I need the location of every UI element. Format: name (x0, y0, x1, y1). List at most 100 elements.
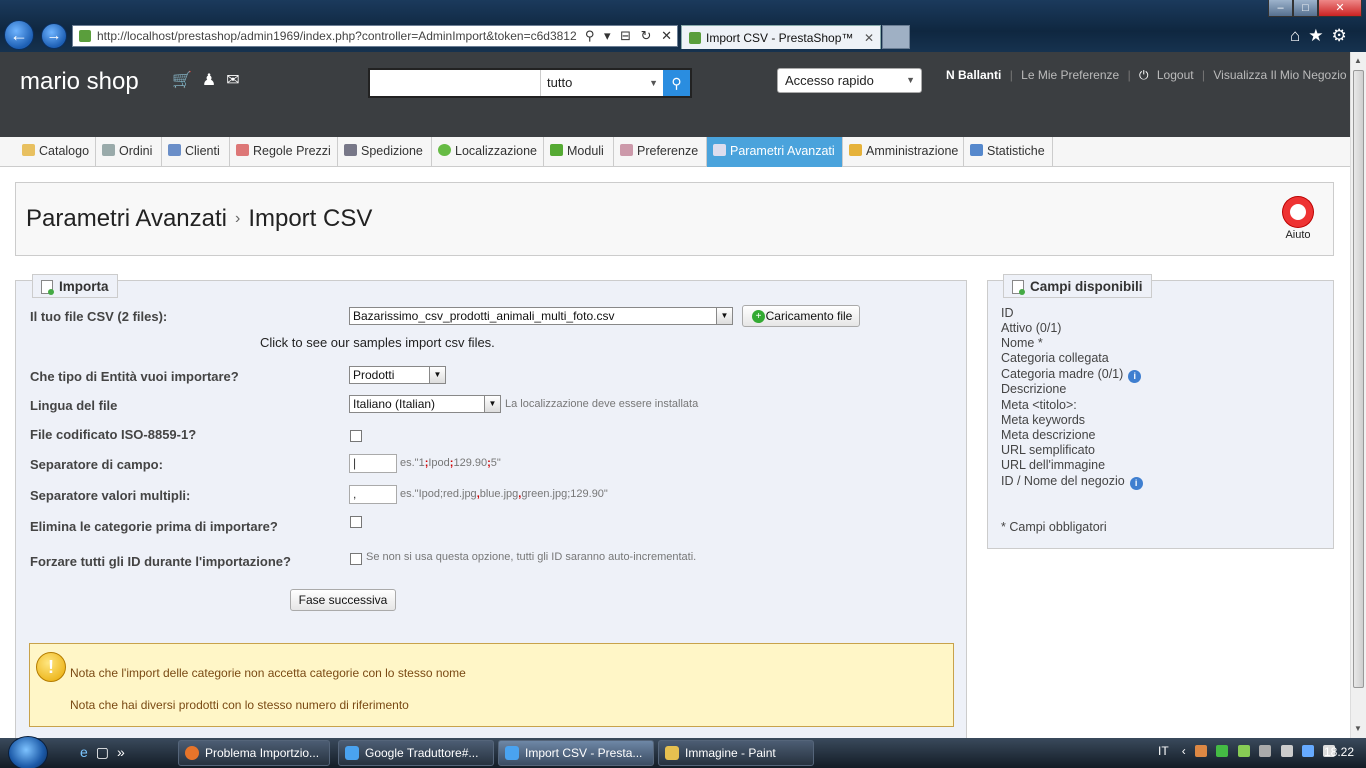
chevron-left-icon[interactable]: ‹ (1182, 744, 1186, 758)
menu-item-spedizione[interactable]: Spedizione (338, 137, 432, 167)
address-tools[interactable]: ⚲ ▾ ⊟ ↻ ✕ (580, 26, 675, 46)
menu-item-regole-prezzi[interactable]: Regole Prezzi (230, 137, 338, 167)
search-scope-value: tutto (547, 75, 573, 90)
folder-icon (22, 144, 35, 156)
warning-icon: ! (36, 652, 66, 682)
csv-file-label: Il tuo file CSV (2 files): (30, 309, 168, 324)
desktop-icon[interactable]: ▢ (96, 744, 117, 760)
lifebuoy-icon (1283, 197, 1313, 227)
menu-item-label: Moduli (567, 144, 604, 158)
menu-item-ordini[interactable]: Ordini (96, 137, 162, 167)
scroll-up-icon[interactable]: ▲ (1354, 56, 1362, 65)
cart-icon[interactable]: 🛒 (172, 72, 202, 89)
menu-item-preferenze[interactable]: Preferenze (614, 137, 707, 167)
tray-icon[interactable] (1195, 745, 1208, 757)
shop-name[interactable]: mario shop (20, 68, 139, 96)
firefox-icon (185, 746, 199, 760)
import-legend: Importa (32, 274, 118, 298)
field-separator-input[interactable]: | (349, 454, 397, 473)
field-item: Categoria madre (0/1) i (1001, 367, 1142, 383)
language-select[interactable]: Italiano (Italian) ▼ (349, 395, 501, 413)
user-name[interactable]: N Ballanti (946, 68, 1001, 82)
tray-icon[interactable] (1280, 745, 1293, 757)
field-item: URL semplificato (1001, 443, 1096, 457)
search-scope-select[interactable]: tutto ▼ (540, 70, 664, 96)
iso-checkbox[interactable] (350, 430, 362, 442)
force-ids-checkbox[interactable] (350, 553, 362, 565)
available-fields-fieldset: Campi disponibili ID Attivo (0/1) Nome *… (987, 274, 1334, 549)
new-tab-button[interactable] (882, 25, 910, 49)
chevron-down-icon: ▼ (906, 75, 915, 85)
overflow-icon[interactable]: » (117, 744, 133, 760)
start-button[interactable] (8, 736, 48, 768)
breadcrumb-parent[interactable]: Parametri Avanzati (26, 205, 227, 232)
gear-icon[interactable]: ⚙ (1332, 26, 1355, 45)
close-tab-icon[interactable]: ✕ (864, 26, 874, 50)
info-icon[interactable]: i (1129, 477, 1143, 490)
vertical-scrollbar[interactable]: ▲ ▼ (1350, 52, 1366, 738)
clock[interactable]: 18.22 (1324, 745, 1354, 759)
logout-link[interactable]: Logout (1157, 68, 1194, 82)
quick-access-select[interactable]: Accesso rapido ▼ (777, 68, 922, 93)
tab-title: Import CSV - PrestaShop™ (706, 31, 854, 45)
info-icon[interactable]: i (1128, 370, 1142, 383)
entity-value: Prodotti (353, 368, 395, 382)
divider: | (1201, 68, 1206, 82)
next-step-button[interactable]: Fase successiva (290, 589, 396, 611)
warning-message: Nota che l'import delle categorie non ac… (70, 666, 466, 680)
help-button[interactable]: Aiuto (1280, 197, 1316, 241)
taskbar-item[interactable]: Immagine - Paint (658, 740, 814, 766)
menu-item-amministrazione[interactable]: Amministrazione (843, 137, 964, 167)
menu-item-localizzazione[interactable]: Localizzazione (432, 137, 544, 167)
volume-icon[interactable] (1259, 745, 1272, 757)
csv-file-select[interactable]: Bazarissimo_csv_prodotti_animali_multi_f… (349, 307, 733, 325)
favorites-icon[interactable]: ★ (1308, 26, 1331, 45)
language-value: Italiano (Italian) (353, 397, 436, 411)
browser-tab-active[interactable]: Import CSV - PrestaShop™ ✕ (681, 25, 881, 49)
delete-categories-checkbox[interactable] (350, 516, 362, 528)
upload-file-button[interactable]: + Caricamento file (742, 305, 860, 327)
browser-toolbar-icons: ⌂★⚙ (1290, 26, 1355, 46)
samples-link[interactable]: Click to see our samples import csv file… (260, 335, 495, 350)
scroll-down-icon[interactable]: ▼ (1354, 724, 1362, 733)
address-bar[interactable]: http://localhost/prestashop/admin1969/in… (72, 25, 678, 47)
favicon-icon (689, 32, 701, 44)
scrollbar-thumb[interactable] (1353, 70, 1364, 688)
messages-icon[interactable]: ✉ (226, 72, 249, 89)
menu-item-label: Ordini (119, 144, 153, 158)
entity-select[interactable]: Prodotti ▼ (349, 366, 446, 384)
home-icon[interactable]: ⌂ (1290, 26, 1308, 45)
iso-label: File codificato ISO-8859-1? (30, 427, 197, 442)
ie-icon[interactable]: e (80, 744, 96, 760)
menu-item-label: Amministrazione (866, 144, 959, 158)
tray-icon[interactable] (1216, 745, 1229, 757)
field-separator-hint: es."1;Ipod;129.90;5" (400, 457, 501, 469)
taskbar-item[interactable]: Import CSV - Presta... (498, 740, 654, 766)
maximize-button[interactable]: □ (1293, 0, 1318, 17)
tray-icon[interactable] (1237, 745, 1250, 757)
taskbar-item[interactable]: Problema Importzio... (178, 740, 330, 766)
menu-item-label: Preferenze (637, 144, 699, 158)
close-window-button[interactable]: ✕ (1318, 0, 1362, 17)
menu-item-parametri-avanzati[interactable]: Parametri Avanzati (707, 137, 843, 167)
minimize-button[interactable]: – (1268, 0, 1293, 17)
field-item: Descrizione (1001, 382, 1067, 396)
taskbar-item[interactable]: Google Traduttore#... (338, 740, 494, 766)
search-button[interactable]: ⚲ (663, 70, 690, 96)
forward-button[interactable]: → (41, 23, 67, 49)
field-separator-label: Separatore di campo: (30, 457, 163, 472)
taskbar-item-label: Google Traduttore#... (365, 746, 479, 760)
menu-item-moduli[interactable]: Moduli (544, 137, 614, 167)
multi-separator-input[interactable]: , (349, 485, 397, 504)
delete-categories-label: Elimina le categorie prima di importare? (30, 519, 278, 534)
preferences-link[interactable]: Le Mie Preferenze (1021, 68, 1119, 82)
menu-item-clienti[interactable]: Clienti (162, 137, 230, 167)
view-shop-link[interactable]: Visualizza Il Mio Negozio (1213, 68, 1346, 82)
network-icon[interactable] (1301, 745, 1314, 757)
language-hint: La localizzazione deve essere installata (505, 398, 699, 410)
menu-item-statistiche[interactable]: Statistiche (964, 137, 1053, 167)
customers-icon[interactable]: ♟ (202, 72, 226, 89)
language-indicator[interactable]: IT (1158, 744, 1168, 758)
menu-item-catalogo[interactable]: Catalogo (16, 137, 96, 167)
back-button[interactable]: ← (4, 20, 34, 50)
